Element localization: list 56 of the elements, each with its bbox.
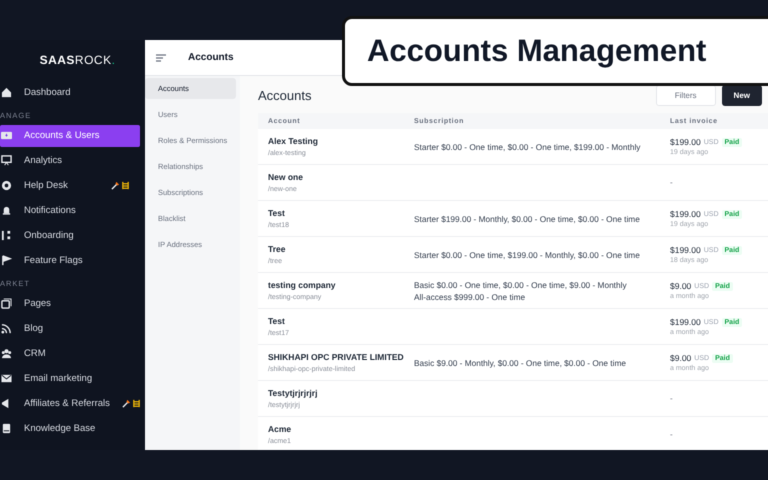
new-button[interactable]: New <box>722 84 762 106</box>
page-title: Accounts <box>258 88 312 102</box>
bell-icon <box>1 205 12 216</box>
wand-icon <box>122 399 131 408</box>
ladder-icon <box>132 399 141 408</box>
subscription-text: Starter $199.00 - Monthly, $0.00 - One time, $0.00 - One time <box>414 212 641 224</box>
account-name: Test <box>268 316 286 326</box>
empty-value: - <box>670 178 674 187</box>
presentation-icon <box>1 155 12 166</box>
subscription-text: Basic $0.00 - One time, $0.00 - One time, $9.00 - Monthly <box>414 278 628 290</box>
invoice-amount: $199.00 <box>670 137 701 147</box>
empty-value: - <box>670 394 674 403</box>
account-name: Tree <box>268 244 286 254</box>
sidebar-item[interactable]: Dashboard <box>0 82 140 104</box>
sidebar-item[interactable]: Notifications <box>0 200 140 222</box>
sidebar-item[interactable]: Accounts & Users <box>0 124 140 146</box>
wand-icon <box>111 181 120 190</box>
title-text: Accounts Management <box>367 33 706 69</box>
invoice-amount: $9.00 <box>670 353 692 363</box>
menu-icon[interactable] <box>156 54 166 62</box>
invoice-amount: $9.00 <box>670 281 692 291</box>
logo: SAASROCK. <box>38 52 116 69</box>
flag-icon <box>1 255 12 266</box>
sidebar-item[interactable]: Blog <box>0 318 140 340</box>
subscription-text: Starter $0.00 - One time, $199.00 - Monthly, $0.00 - One time <box>414 248 641 260</box>
sidebar-item[interactable]: Pages <box>0 292 140 314</box>
invoice-amount: $199.00 <box>670 245 701 255</box>
account-name: Testytjrjrjrjrj <box>268 388 318 398</box>
account-name: SHIKHAPI OPC PRIVATE LIMITED <box>268 352 404 362</box>
account-name: Test <box>268 208 286 218</box>
sidebar-item[interactable]: Affiliates & Referrals <box>0 392 140 414</box>
empty-value: - <box>670 430 674 439</box>
header-title: Accounts <box>187 52 234 63</box>
invoice-amount: $199.00 <box>670 209 701 219</box>
sidebar-item[interactable]: Email marketing <box>0 368 140 390</box>
subscription-text: Basic $9.00 - Monthly, $0.00 - One time, $0.00 - One time <box>414 356 627 368</box>
subscription-text: Starter $0.00 - One time, $0.00 - One time, $199.00 - Monthly <box>414 140 642 152</box>
rss-icon <box>1 323 12 334</box>
pages-icon <box>1 298 12 309</box>
sidebar-item[interactable]: Feature Flags <box>0 250 140 272</box>
subscription-text: All-access $999.00 - One time <box>414 290 526 302</box>
ladder-icon <box>121 181 130 190</box>
account-name: New one <box>268 172 304 182</box>
house-icon <box>1 87 12 98</box>
account-name: Alex Testing <box>268 136 319 146</box>
invoice-amount: $199.00 <box>670 317 701 327</box>
people-icon <box>1 348 12 359</box>
sidebar-item[interactable]: Onboarding <box>0 224 140 246</box>
account-name: testing company <box>268 280 337 290</box>
sidebar-item[interactable]: Analytics <box>0 150 140 172</box>
sidebar-item[interactable]: Help Desk <box>0 174 140 196</box>
account-name: Acme <box>268 424 292 434</box>
filters-button[interactable]: Filters <box>656 84 716 106</box>
sidebar-item[interactable]: Knowledge Base <box>0 418 140 440</box>
steps-icon <box>1 230 12 241</box>
sidebar-item[interactable]: CRM <box>0 342 140 364</box>
